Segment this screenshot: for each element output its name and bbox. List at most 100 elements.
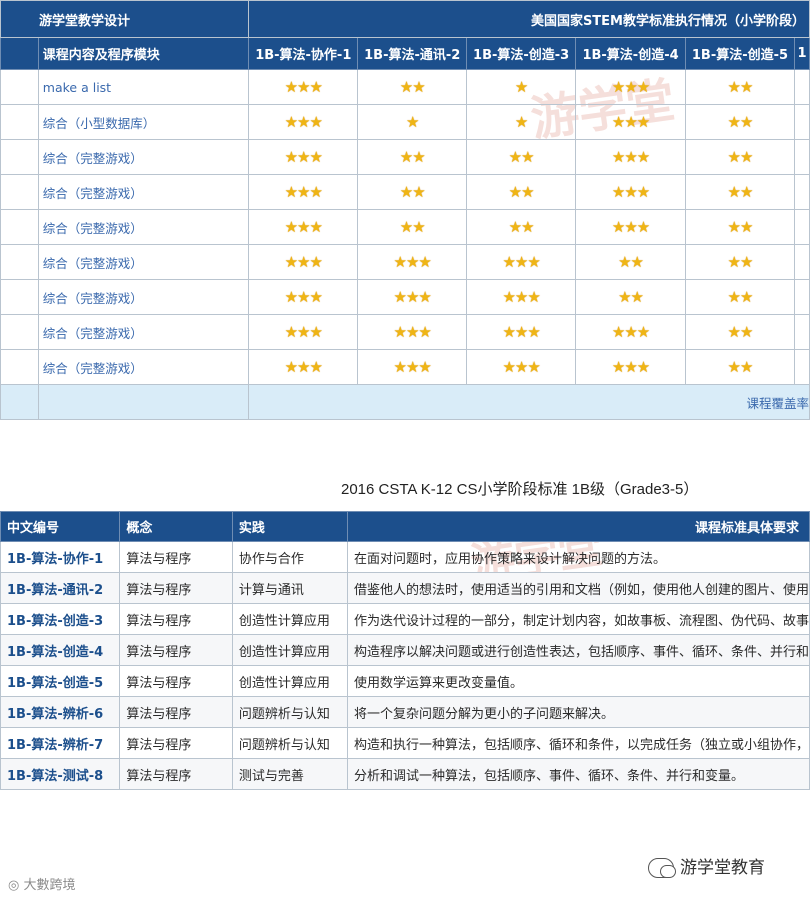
table1-row: 综合（完整游戏） ★★★ ★★★ ★★★ ★★★ ★★ [0, 314, 810, 350]
star-rating: ★★★ [248, 279, 359, 315]
coverage-rate-label: 课程覆盖率 [248, 384, 810, 420]
standard-concept: 算法与程序 [119, 541, 233, 573]
col-header: 1 [793, 37, 810, 70]
star-rating: ★★ [685, 314, 795, 350]
star-rating: ★★★ [248, 104, 359, 140]
table1-row: 综合（完整游戏） ★★★ ★★★ ★★★ ★★★ ★★ [0, 349, 810, 385]
csta-standard-table: 中文编号 概念 实践 课程标准具体要求 1B-算法-协作-1 算法与程序 协作与合作… [0, 511, 810, 790]
standard-requirement: 分析和调试一种算法，包括顺序、事件、循环、条件、并行和变量。 [346, 758, 810, 790]
overflow-cell [793, 209, 810, 245]
table1-row: 综合（完整游戏） ★★★ ★★ ★★ ★★★ ★★ [0, 174, 810, 210]
col-code-header: 中文编号 [0, 511, 121, 542]
star-rating: ★★ [575, 244, 687, 280]
star-rating: ★★★ [248, 139, 359, 175]
star-rating: ★★ [685, 174, 795, 210]
standard-concept: 算法与程序 [119, 758, 233, 790]
row-index-cell [0, 209, 39, 245]
standard-code: 1B-算法-辨析-6 [0, 696, 121, 728]
standard-requirement: 借鉴他人的想法时，使用适当的引用和文档（例如，使用他人创建的图片、使用 [346, 572, 810, 604]
row-index-cell [0, 69, 39, 105]
course-name: 综合（完整游戏） [37, 139, 250, 175]
standard-row: 1B-算法-辨析-7 算法与程序 问题辨析与认知 构造和执行一种算法，包括顺序、循环和… [0, 727, 810, 759]
star-rating: ★★ [685, 244, 795, 280]
standard-code: 1B-算法-创造-4 [0, 634, 121, 666]
standard-requirement: 将一个复杂问题分解为更小的子问题来解决。 [346, 696, 810, 728]
col-header: 1B-算法-创造-4 [575, 37, 687, 70]
star-rating: ★★★ [575, 209, 687, 245]
source-watermark: ◎ 大數跨境 [8, 878, 76, 893]
row-index-cell [0, 314, 39, 350]
star-rating: ★★★ [248, 244, 359, 280]
star-rating: ★★ [357, 69, 468, 105]
standard-row: 1B-算法-协作-1 算法与程序 协作与合作 在面对问题时，应用协作策略来设计解决问题… [0, 541, 810, 573]
standard-row: 1B-算法-创造-4 算法与程序 创造性计算应用 构造程序以解决问题或进行创造性表达，… [0, 634, 810, 666]
row-index-cell [0, 104, 39, 140]
star-rating: ★★★ [575, 104, 687, 140]
standard-practice: 问题辨析与认知 [231, 727, 348, 759]
col-header: 1B-算法-创造-3 [466, 37, 577, 70]
table1-header-right: 美国国家STEM教学标准执行情况（小学阶段） [248, 0, 810, 38]
star-rating: ★ [466, 104, 577, 140]
overflow-cell [793, 349, 810, 385]
star-rating: ★★★ [466, 244, 577, 280]
col-header: 1B-算法-通讯-2 [357, 37, 468, 70]
overflow-cell [793, 314, 810, 350]
course-name: 综合（完整游戏） [37, 349, 250, 385]
standard-code: 1B-算法-辨析-7 [0, 727, 121, 759]
course-name: 综合（完整游戏） [37, 279, 250, 315]
standard-code: 1B-算法-创造-5 [0, 665, 121, 697]
wechat-account-label: 游学堂教育 [648, 853, 765, 878]
table1-row: 综合（完整游戏） ★★★ ★★ ★★ ★★★ ★★ [0, 209, 810, 245]
col-req-header: 课程标准具体要求 [346, 511, 810, 542]
star-rating: ★★★ [357, 349, 468, 385]
standard-row: 1B-算法-创造-5 算法与程序 创造性计算应用 使用数学运算来更改变量值。 [0, 665, 810, 697]
standard-row: 1B-算法-通讯-2 算法与程序 计算与通讯 借鉴他人的想法时，使用适当的引用和文档（… [0, 572, 810, 604]
standard-practice: 协作与合作 [231, 541, 348, 573]
standard-row: 1B-算法-辨析-6 算法与程序 问题辨析与认知 将一个复杂问题分解为更小的子问题来解… [0, 696, 810, 728]
row-index-cell [0, 244, 39, 280]
row-index-cell [0, 279, 39, 315]
overflow-cell [793, 244, 810, 280]
course-name: 综合（完整游戏） [37, 174, 250, 210]
camera-icon: ◎ [8, 878, 24, 893]
standard-practice: 创造性计算应用 [231, 634, 348, 666]
col-practice-header: 实践 [231, 511, 348, 542]
row-index-cell [0, 174, 39, 210]
standard-practice: 创造性计算应用 [231, 665, 348, 697]
table1-row: 综合（完整游戏） ★★★ ★★★ ★★★ ★★ ★★ [0, 279, 810, 315]
overflow-cell [793, 279, 810, 315]
star-rating: ★★★ [357, 244, 468, 280]
row-index-cell [0, 139, 39, 175]
star-rating: ★★★ [575, 69, 687, 105]
standard-row: 1B-算法-测试-8 算法与程序 测试与完善 分析和调试一种算法，包括顺序、事件、循环… [0, 758, 810, 790]
overflow-cell [793, 69, 810, 105]
course-name: 综合（小型数据库） [37, 104, 250, 140]
star-rating: ★★★ [357, 314, 468, 350]
overflow-cell [793, 104, 810, 140]
table1-row: 综合（完整游戏） ★★★ ★★★ ★★★ ★★ ★★ [0, 244, 810, 280]
course-name: make a list [37, 69, 250, 105]
col-header: 1B-算法-协作-1 [248, 37, 359, 70]
star-rating: ★★ [685, 104, 795, 140]
star-rating: ★★ [685, 69, 795, 105]
standard-code: 1B-算法-创造-3 [0, 603, 121, 635]
star-rating: ★★ [466, 139, 577, 175]
star-rating: ★★★ [575, 314, 687, 350]
overflow-cell [793, 139, 810, 175]
standard-concept: 算法与程序 [119, 727, 233, 759]
standard-code: 1B-算法-测试-8 [0, 758, 121, 790]
table1-row: 综合（完整游戏） ★★★ ★★ ★★ ★★★ ★★ [0, 139, 810, 175]
star-rating: ★★★ [248, 174, 359, 210]
star-rating: ★★★ [357, 279, 468, 315]
standard-practice: 计算与通讯 [231, 572, 348, 604]
standard-practice: 问题辨析与认知 [231, 696, 348, 728]
wechat-icon [648, 858, 676, 878]
standard-concept: 算法与程序 [119, 634, 233, 666]
standard-code: 1B-算法-通讯-2 [0, 572, 121, 604]
standard-concept: 算法与程序 [119, 572, 233, 604]
standard-practice: 创造性计算应用 [231, 603, 348, 635]
standard-concept: 算法与程序 [119, 696, 233, 728]
course-name: 综合（完整游戏） [37, 314, 250, 350]
star-rating: ★★★ [248, 314, 359, 350]
standard-code: 1B-算法-协作-1 [0, 541, 121, 573]
